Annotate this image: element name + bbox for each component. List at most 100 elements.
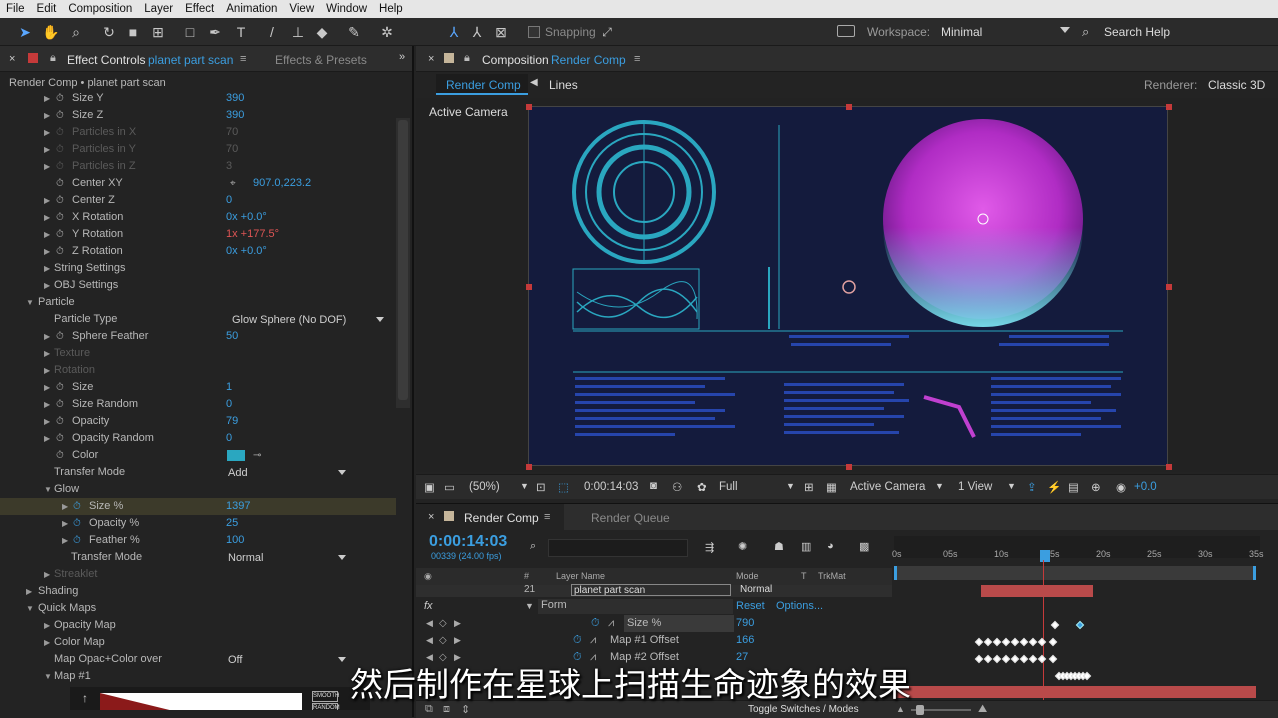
chevron-down-icon[interactable]: ▼: [520, 481, 529, 491]
snap-options-icon[interactable]: ⤢: [598, 23, 616, 41]
workspace-select[interactable]: Minimal: [941, 25, 982, 39]
effect-prop-row[interactable]: ▶ ⏱ Size Z 390: [0, 107, 396, 124]
rotate-tool-icon[interactable]: ↻: [100, 23, 118, 41]
effect-prop-row[interactable]: ▼ Particle: [0, 294, 396, 311]
twirl-closed-icon[interactable]: ▶: [44, 413, 50, 430]
effect-prop-row[interactable]: ▶ ⏱ Size % 1397: [0, 498, 396, 515]
effect-prop-value[interactable]: 1: [226, 379, 232, 396]
safe-zones-icon[interactable]: ⊡: [536, 480, 546, 494]
draft-3d-icon[interactable]: ✺: [738, 540, 747, 553]
twirl-closed-icon[interactable]: ▶: [44, 277, 50, 294]
stopwatch-icon[interactable]: ⏱: [56, 192, 64, 209]
chevron-down-icon[interactable]: ▼: [935, 481, 944, 491]
fast-previews-icon[interactable]: ⚡: [1047, 480, 1061, 494]
stopwatch-icon[interactable]: ⏱: [73, 498, 81, 515]
roto-brush-tool-icon[interactable]: ✎: [345, 23, 363, 41]
stopwatch-icon[interactable]: ⏱: [56, 430, 64, 447]
close-icon[interactable]: ×: [428, 53, 434, 65]
effect-prop-dropdown[interactable]: Off: [228, 652, 350, 667]
prev-keyframe-icon[interactable]: ◀: [426, 615, 433, 632]
tab-effect-controls[interactable]: Effect Controls: [67, 53, 145, 67]
keyframe[interactable]: [1048, 637, 1058, 647]
keyframe[interactable]: [1048, 654, 1058, 664]
stopwatch-icon[interactable]: ⏱: [591, 615, 600, 632]
keyframe[interactable]: [1001, 637, 1011, 647]
keyframe[interactable]: [974, 637, 984, 647]
comp-canvas[interactable]: [526, 104, 1172, 470]
chevron-down-icon[interactable]: [1060, 27, 1070, 33]
chevron-down-icon[interactable]: ▼: [1007, 481, 1016, 491]
stopwatch-icon[interactable]: ⏱: [56, 413, 64, 430]
effect-prop-row[interactable]: ⏱ Color ⊸: [0, 447, 396, 464]
stopwatch-icon[interactable]: ⏱: [56, 107, 64, 124]
twirl-closed-icon[interactable]: ▶: [44, 362, 50, 379]
stopwatch-icon[interactable]: ⏱: [56, 379, 64, 396]
keyframe[interactable]: [992, 654, 1002, 664]
stopwatch-icon[interactable]: ⏱: [73, 515, 81, 532]
scrollbar-thumb[interactable]: [398, 120, 408, 400]
effect-prop-dropdown[interactable]: Add: [228, 465, 350, 480]
toggle-pixel-aspect-icon[interactable]: ⇪: [1027, 480, 1037, 494]
exposure-value[interactable]: +0.0: [1134, 481, 1157, 493]
chevron-down-icon[interactable]: [338, 470, 346, 475]
twirl-closed-icon[interactable]: ▶: [44, 260, 50, 277]
graph-icon[interactable]: ⩘: [590, 632, 596, 649]
effect-prop-row[interactable]: ▶ ⏱ Size Y 390: [0, 90, 396, 107]
col-layer-name[interactable]: Layer Name: [556, 571, 605, 581]
twirl-closed-icon[interactable]: ▶: [62, 532, 68, 549]
effect-prop-row[interactable]: Transfer Mode Add: [0, 464, 396, 481]
crosshair-icon[interactable]: ⌖: [230, 175, 236, 192]
renderer-value[interactable]: Classic 3D: [1208, 78, 1265, 92]
chevron-down-icon[interactable]: [338, 657, 346, 662]
tab-comp-name[interactable]: Render Comp: [551, 53, 626, 67]
effect-prop-row[interactable]: ▼ Glow: [0, 481, 396, 498]
twirl-closed-icon[interactable]: ▶: [26, 583, 32, 600]
chevron-down-icon[interactable]: ▼: [525, 601, 534, 611]
menu-effect[interactable]: Effect: [179, 3, 220, 15]
keyframe[interactable]: [992, 637, 1002, 647]
close-icon[interactable]: ×: [9, 53, 15, 65]
effect-prop-value[interactable]: 100: [226, 532, 244, 549]
search-help-input[interactable]: Search Help: [1104, 25, 1170, 39]
effect-prop-row[interactable]: ▶ ⏱ Opacity 79: [0, 413, 396, 430]
comp-mini-flowchart-icon[interactable]: ⇶: [705, 541, 714, 554]
twirl-closed-icon[interactable]: ▶: [44, 158, 50, 175]
form-effect-row[interactable]: fx ▼ Form Reset Options...: [416, 598, 892, 615]
stopwatch-icon[interactable]: ⏱: [56, 243, 64, 260]
effect-prop-row[interactable]: ▼ Quick Maps: [0, 600, 396, 617]
stopwatch-icon[interactable]: ⏱: [56, 396, 64, 413]
eyedropper-icon[interactable]: ⊸: [253, 447, 261, 464]
flowchart-icon[interactable]: ⊕: [1091, 480, 1101, 494]
twirl-closed-icon[interactable]: ▶: [44, 107, 50, 124]
transparency-grid-icon[interactable]: ▦: [826, 480, 837, 494]
effect-prop-row[interactable]: ⏱ Center XY ⌖ 907.0,223.2: [0, 175, 396, 192]
effect-prop-value[interactable]: 390: [226, 90, 244, 107]
effect-prop-value[interactable]: 50: [226, 328, 238, 345]
twirl-closed-icon[interactable]: ▶: [62, 515, 68, 532]
color-swatch[interactable]: [227, 450, 245, 461]
layer-bar[interactable]: [894, 686, 1256, 698]
effect-prop-row[interactable]: ▶ Opacity Map: [0, 617, 396, 634]
effect-prop-row[interactable]: ▶ Color Map: [0, 634, 396, 651]
effect-prop-value[interactable]: 0: [226, 396, 232, 413]
comp-viewer[interactable]: Active Camera: [416, 98, 1278, 472]
twirl-closed-icon[interactable]: ▶: [44, 243, 50, 260]
next-keyframe-icon[interactable]: ▶: [454, 615, 461, 632]
keyframe[interactable]: [1075, 620, 1085, 630]
effect-prop-row[interactable]: ▶ ⏱ Z Rotation 0x +0.0°: [0, 243, 396, 260]
map-graph[interactable]: ↑ SMOOTH RANDOM: [70, 687, 370, 710]
effect-prop-dropdown[interactable]: Normal: [228, 550, 350, 565]
camera-view-select[interactable]: Active Camera: [850, 481, 925, 493]
shy-layers-icon[interactable]: ☗: [774, 540, 784, 553]
twirl-closed-icon[interactable]: ▶: [44, 141, 50, 158]
tab-composition[interactable]: Composition: [482, 53, 549, 67]
twirl-closed-icon[interactable]: ▶: [44, 617, 50, 634]
twirl-closed-icon[interactable]: ▶: [44, 209, 50, 226]
stopwatch-icon[interactable]: ⏱: [56, 447, 64, 464]
keyframe[interactable]: [1028, 637, 1038, 647]
playhead-handle[interactable]: [1040, 550, 1050, 562]
next-keyframe-icon[interactable]: ▶: [454, 632, 461, 649]
tab-layer-name[interactable]: planet part scan: [148, 53, 233, 67]
keyframe[interactable]: [1010, 637, 1020, 647]
effect-prop-row[interactable]: ▶ String Settings: [0, 260, 396, 277]
